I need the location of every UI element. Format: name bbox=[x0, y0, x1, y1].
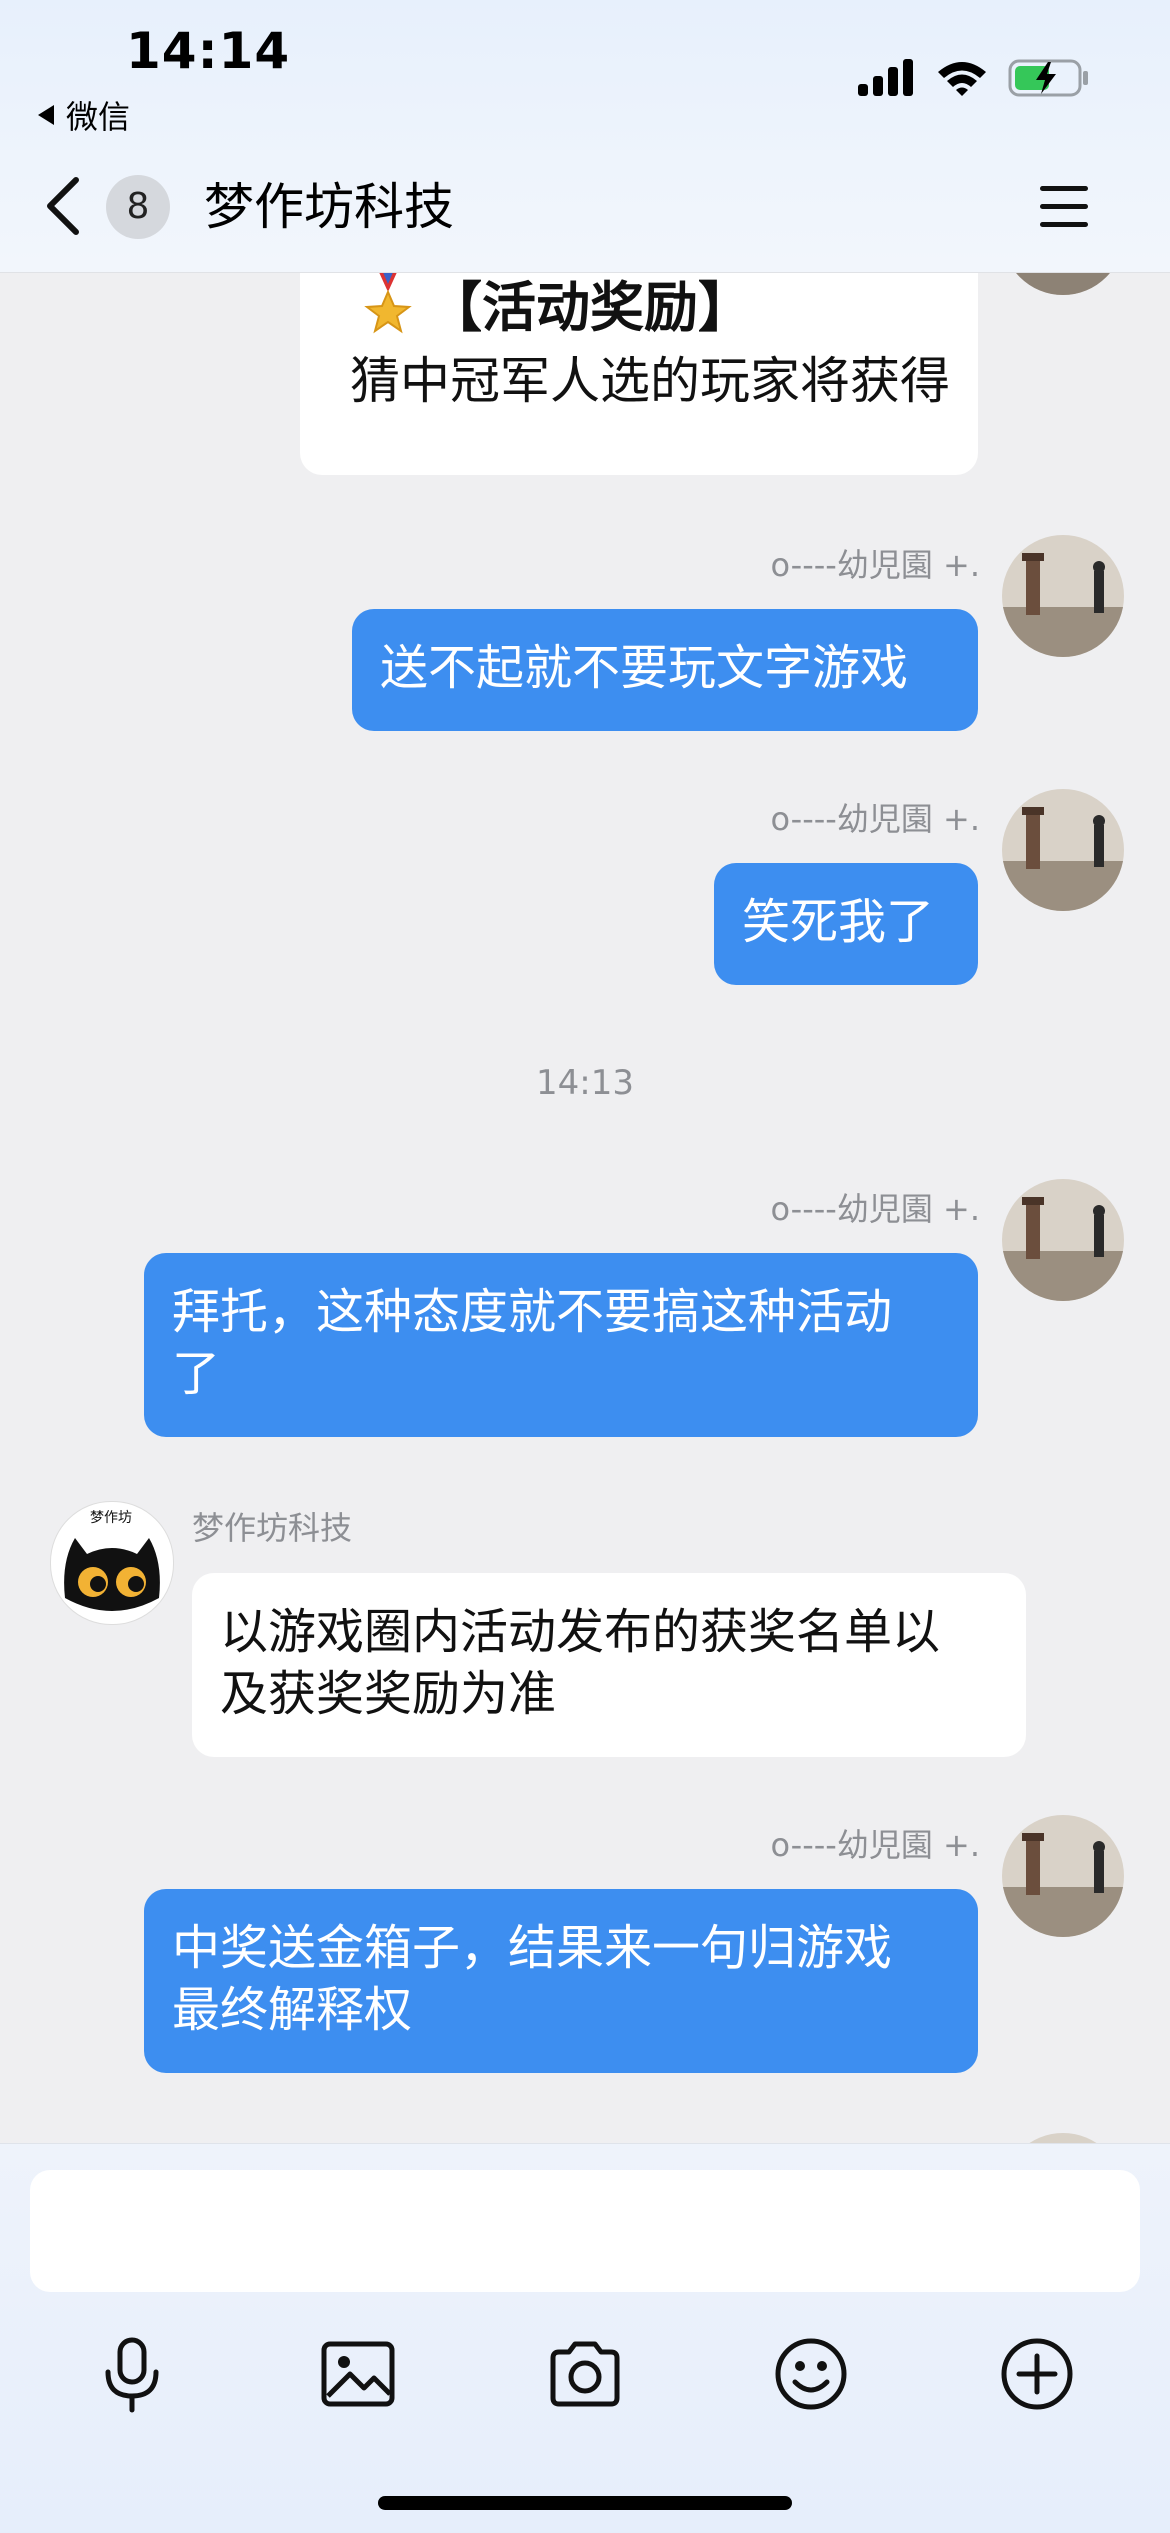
menu-icon[interactable] bbox=[1038, 182, 1090, 232]
avatar[interactable] bbox=[1002, 1179, 1124, 1301]
back-arrow-icon[interactable] bbox=[40, 176, 86, 236]
avatar[interactable] bbox=[1002, 2133, 1124, 2143]
message-feed[interactable]: 【活动奖励】 猜中冠军人选的玩家将获得 o----幼児園 +. 送不起就不要玩文… bbox=[0, 273, 1170, 2143]
sent-message-bubble[interactable]: 拜托，这种态度就不要搞这种活动 了 bbox=[144, 1253, 978, 1437]
sender-name: o----幼児園 +. bbox=[770, 800, 980, 838]
unread-count-badge: 8 bbox=[106, 175, 170, 239]
input-area bbox=[0, 2143, 1170, 2533]
avatar[interactable] bbox=[1002, 789, 1124, 911]
message-text-line: 了 bbox=[172, 1346, 221, 1402]
sent-message-bubble[interactable]: 送不起就不要玩文字游戏 bbox=[352, 609, 978, 731]
message-input[interactable] bbox=[30, 2170, 1140, 2292]
avatar-image bbox=[1002, 1815, 1124, 1937]
sender-name: o----幼児園 +. bbox=[770, 546, 980, 584]
camera-icon[interactable] bbox=[545, 2334, 625, 2414]
back-to-app-link[interactable]: 微信 bbox=[38, 92, 130, 138]
avatar-label: 梦作坊 bbox=[90, 1510, 132, 1526]
message-text-line: 以游戏圈内活动发布的获奖名单以 bbox=[220, 1604, 941, 1660]
avatar-image bbox=[1002, 789, 1124, 911]
emoji-icon[interactable] bbox=[771, 2334, 851, 2414]
message-text-line: 最终解释权 bbox=[172, 1982, 413, 2038]
header: 14:14 微信 8 梦作坊科技 bbox=[0, 0, 1170, 273]
image-icon[interactable] bbox=[318, 2334, 398, 2414]
back-app-label: 微信 bbox=[66, 98, 131, 136]
battery-icon bbox=[1008, 59, 1088, 97]
message-text-line: 及获奖奖励为准 bbox=[220, 1666, 557, 1722]
sender-name: 梦作坊科技 bbox=[192, 1509, 353, 1547]
received-message-bubble[interactable]: 以游戏圈内活动发布的获奖名单以 及获奖奖励为准 bbox=[192, 1573, 1026, 1757]
cellular-signal-icon bbox=[858, 59, 913, 96]
message-text-line: 中奖送金箱子，结果来一句归游戏 bbox=[172, 1920, 893, 1976]
message-text-line: 拜托，这种态度就不要搞这种活动 bbox=[172, 1284, 893, 1340]
chat-title: 梦作坊科技 bbox=[204, 178, 454, 236]
plus-icon[interactable] bbox=[997, 2334, 1077, 2414]
card-title: 【活动奖励】 bbox=[360, 273, 752, 342]
home-indicator[interactable] bbox=[378, 2496, 792, 2510]
avatar[interactable] bbox=[1002, 273, 1124, 295]
microphone-icon[interactable] bbox=[92, 2334, 172, 2414]
message-text: 笑死我了 bbox=[742, 894, 935, 950]
message-text: 送不起就不要玩文字游戏 bbox=[380, 640, 909, 696]
avatar[interactable] bbox=[1002, 535, 1124, 657]
avatar-image bbox=[1002, 2133, 1124, 2143]
back-triangle-icon bbox=[38, 105, 54, 125]
wifi-icon bbox=[938, 62, 986, 96]
status-time: 14:14 bbox=[126, 22, 291, 80]
card-body-text: 猜中冠军人选的玩家将获得 bbox=[350, 352, 950, 410]
sender-name: o----幼児園 +. bbox=[770, 1826, 980, 1864]
avatar-image bbox=[1002, 1179, 1124, 1301]
message-timestamp: 14:13 bbox=[536, 1063, 634, 1103]
sender-name: o----幼児園 +. bbox=[770, 1190, 980, 1228]
avatar[interactable] bbox=[1002, 1815, 1124, 1937]
avatar-image bbox=[1002, 535, 1124, 657]
sent-message-bubble[interactable]: 中奖送金箱子，结果来一句归游戏 最终解释权 bbox=[144, 1889, 978, 2073]
card-title-text: 【活动奖励】 bbox=[428, 276, 752, 339]
avatar-image bbox=[1002, 273, 1124, 295]
sent-message-bubble[interactable]: 笑死我了 bbox=[714, 863, 978, 985]
activity-card-message[interactable]: 【活动奖励】 猜中冠军人选的玩家将获得 bbox=[300, 273, 978, 475]
medal-icon bbox=[364, 273, 412, 333]
